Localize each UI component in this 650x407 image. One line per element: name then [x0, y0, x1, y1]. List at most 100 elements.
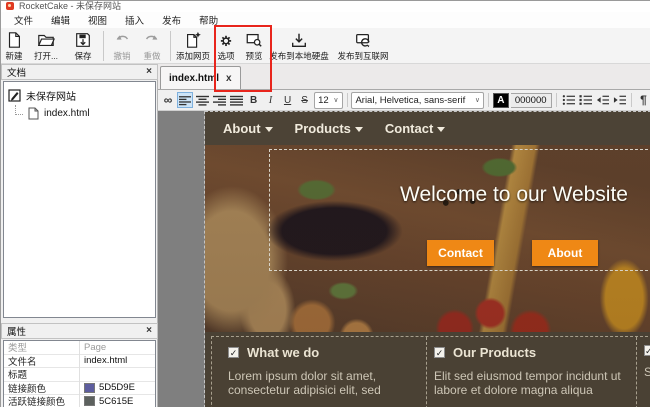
menu-publish[interactable]: 发布 — [153, 11, 190, 29]
add-page-button[interactable]: 添加网页 — [174, 30, 212, 62]
decrease-indent-button[interactable] — [595, 92, 610, 108]
app-logo-icon — [6, 2, 14, 10]
redo-arrow-icon — [142, 31, 162, 49]
tree-root-label: 未保存网站 — [26, 88, 76, 103]
tab-close-icon[interactable]: x — [226, 73, 232, 84]
dropdown-caret-icon — [437, 127, 445, 132]
hero-image[interactable]: Welcome to our Website Contact About — [205, 145, 650, 332]
content-sections: ✓ What we do Lorem ipsum dolor sit amet,… — [205, 332, 650, 407]
menu-bar: 文件 编辑 视图 插入 发布 帮助 — [1, 12, 650, 28]
tab-index-html[interactable]: index.html x — [160, 66, 241, 89]
sections-selection-outline: ✓ What we do Lorem ipsum dolor sit amet,… — [211, 336, 650, 407]
align-justify-button[interactable] — [229, 92, 244, 108]
chevron-down-icon: ∨ — [333, 96, 338, 104]
options-button[interactable]: 选项 — [212, 30, 240, 62]
redo-button[interactable]: 重做 — [137, 30, 167, 62]
bullet-list-icon — [562, 94, 575, 106]
strikethrough-button[interactable]: S — [297, 92, 312, 108]
section-checkbox[interactable]: ✓ — [644, 345, 650, 356]
property-row-filename[interactable]: 文件名 index.html — [4, 355, 155, 369]
properties-panel: 属性 × 类型 Page 文件名 index.html 标题 链接颜色 5D5D… — [1, 323, 158, 407]
contact-button[interactable]: Contact — [427, 240, 494, 266]
page-file-icon — [28, 107, 39, 120]
new-button[interactable]: 新建 — [2, 30, 26, 62]
underline-button[interactable]: U — [280, 92, 295, 108]
documents-panel-close-icon[interactable]: × — [146, 67, 152, 77]
menu-insert[interactable]: 插入 — [116, 11, 153, 29]
align-center-button[interactable] — [195, 92, 210, 108]
save-button[interactable]: 保存 — [66, 30, 100, 62]
site-nav-contact[interactable]: Contact — [385, 121, 445, 136]
preview-button[interactable]: 预览 — [240, 30, 268, 62]
documents-panel-title: 文档 — [7, 65, 146, 79]
format-separator — [556, 93, 557, 107]
outdent-icon — [596, 94, 609, 106]
section-checkbox[interactable]: ✓ — [434, 347, 445, 358]
properties-panel-close-icon[interactable]: × — [146, 326, 152, 336]
property-row-link-color[interactable]: 链接颜色 5D5D9E — [4, 382, 155, 396]
font-family-select[interactable]: Arial, Helvetica, sans-serif ∨ — [351, 92, 484, 109]
open-button[interactable]: 打开... — [26, 30, 66, 62]
about-button[interactable]: About — [532, 240, 598, 266]
tree-file-label: index.html — [44, 108, 90, 119]
publish-local-button[interactable]: 发布到本地硬盘 — [268, 30, 330, 62]
site-nav-products[interactable]: Products — [295, 121, 363, 136]
numbered-list-icon — [579, 94, 592, 106]
insert-link-button[interactable]: ∞ — [160, 92, 175, 108]
undo-arrow-icon — [112, 31, 132, 49]
section-our-products[interactable]: ✓ Our Products Elit sed eiusmod tempor i… — [426, 337, 636, 407]
property-row-title[interactable]: 标题 — [4, 368, 155, 382]
section-checkbox[interactable]: ✓ — [228, 347, 239, 358]
tree-connector — [15, 105, 23, 115]
chevron-down-icon: ∨ — [475, 96, 480, 104]
link-color-swatch[interactable] — [84, 383, 95, 393]
dropdown-caret-icon — [265, 127, 273, 132]
open-folder-icon — [36, 31, 56, 49]
toolbar-separator — [103, 31, 104, 61]
undo-button[interactable]: 撤销 — [107, 30, 137, 62]
align-center-icon — [196, 95, 209, 106]
documents-panel-header: 文档 × — [1, 64, 158, 80]
menu-help[interactable]: 帮助 — [190, 11, 227, 29]
site-nav-about[interactable]: About — [223, 121, 273, 136]
active-link-color-swatch[interactable] — [84, 396, 95, 406]
editor-area: index.html x ∞ B I U S — [158, 64, 650, 407]
menu-file[interactable]: 文件 — [5, 11, 42, 29]
menu-edit[interactable]: 编辑 — [42, 11, 79, 29]
align-right-button[interactable] — [212, 92, 227, 108]
format-separator — [631, 93, 632, 107]
add-page-icon — [183, 31, 203, 49]
main-toolbar: 新建 打开... 保存 撤销 重做 — [1, 28, 650, 64]
properties-table: 类型 Page 文件名 index.html 标题 链接颜色 5D5D9E 活跃… — [3, 340, 156, 407]
gear-icon — [216, 31, 236, 49]
menu-view[interactable]: 视图 — [79, 11, 116, 29]
tree-item-website-root[interactable]: 未保存网站 — [8, 88, 151, 103]
website-edit-icon — [8, 89, 21, 102]
font-size-select[interactable]: 12 ∨ — [314, 92, 342, 109]
website-page[interactable]: About Products Contact Welcome to our We… — [204, 111, 650, 407]
design-canvas: About Products Contact Welcome to our We… — [158, 111, 650, 407]
italic-button[interactable]: I — [263, 92, 278, 108]
properties-panel-title: 属性 — [7, 324, 146, 338]
preview-monitor-icon — [244, 31, 264, 49]
hero-title[interactable]: Welcome to our Website — [400, 183, 628, 207]
tree-item-index-html[interactable]: index.html — [15, 107, 151, 120]
section-third[interactable]: ✓ Sit — [636, 337, 650, 407]
bold-button[interactable]: B — [246, 92, 261, 108]
tab-strip: index.html x — [158, 64, 650, 90]
font-color-button[interactable]: A — [493, 93, 509, 108]
highlighted-button-group: 选项 预览 — [212, 30, 268, 62]
documents-tree: 未保存网站 index.html — [3, 81, 156, 318]
font-color-value-field[interactable]: 000000 — [511, 93, 552, 108]
show-paragraph-marks-button[interactable]: ¶ — [636, 92, 650, 108]
section-what-we-do[interactable]: ✓ What we do Lorem ipsum dolor sit amet,… — [212, 337, 426, 407]
publish-web-button[interactable]: 发布到互联网 — [330, 30, 396, 62]
format-separator — [347, 93, 348, 107]
increase-indent-button[interactable] — [612, 92, 627, 108]
property-row-active-link-color[interactable]: 活跃链接颜色 5C615E — [4, 395, 155, 407]
align-left-button[interactable] — [177, 92, 193, 108]
dropdown-caret-icon — [355, 127, 363, 132]
numbered-list-button[interactable] — [578, 92, 593, 108]
bullet-list-button[interactable] — [561, 92, 576, 108]
site-navbar: About Products Contact — [205, 111, 650, 145]
